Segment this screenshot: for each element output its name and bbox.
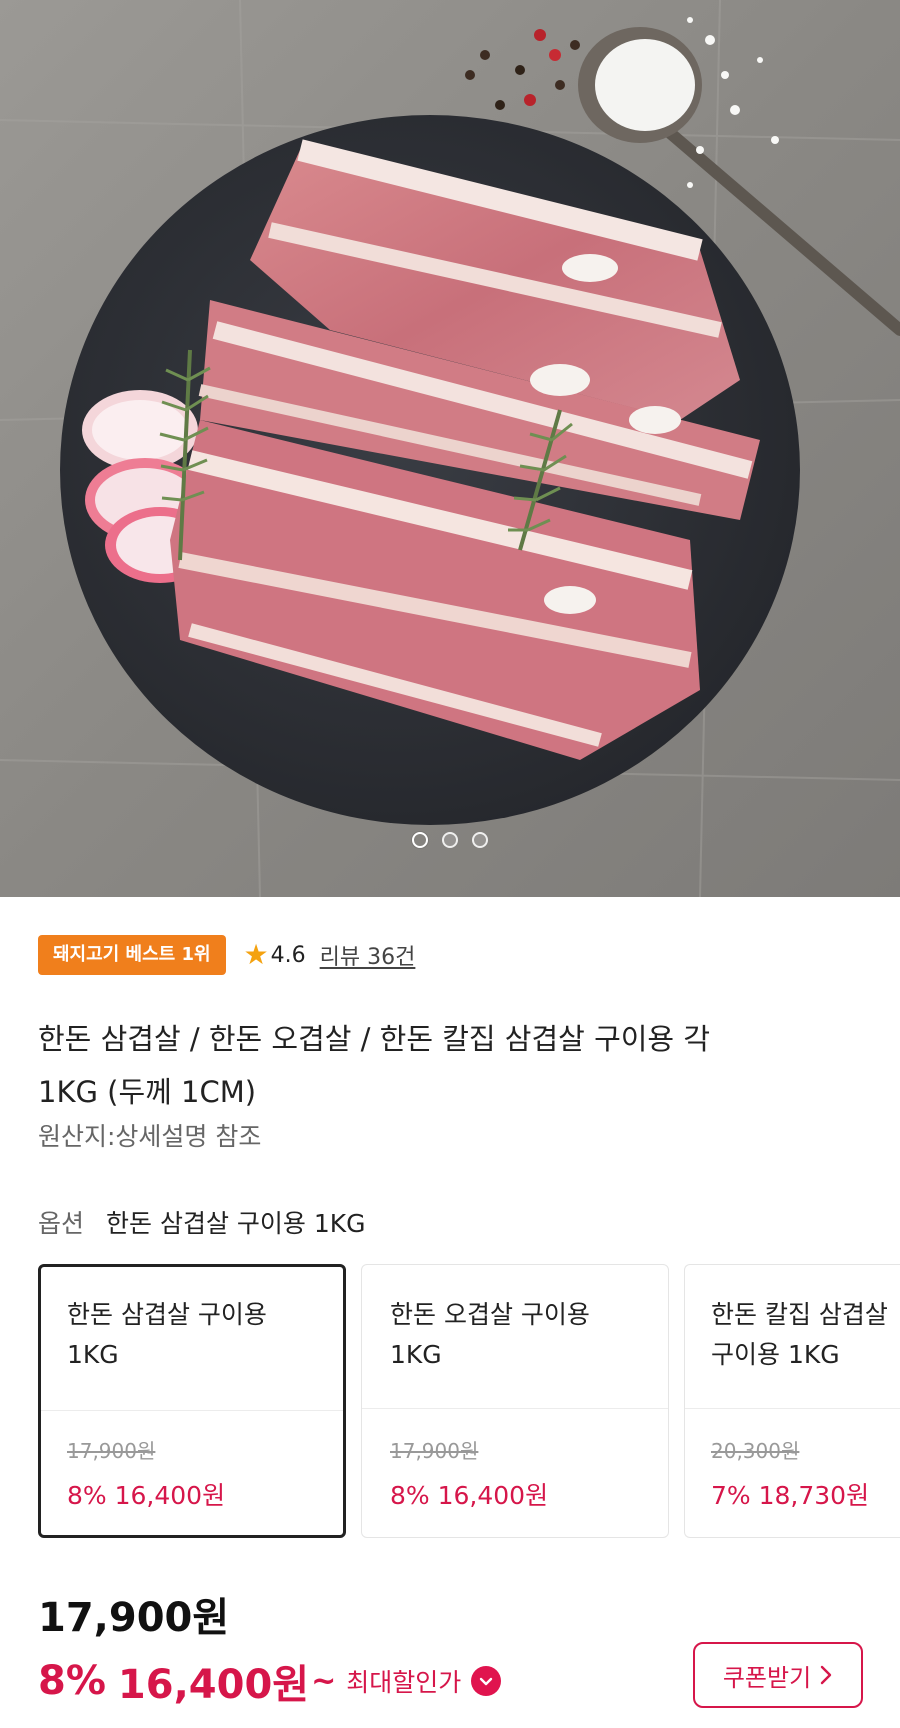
gallery-pagination[interactable] (0, 832, 900, 848)
discount-price: 16,400원 (117, 1662, 310, 1708)
origin-info: 원산지:상세설명 참조 (38, 1122, 262, 1151)
chevron-down-icon[interactable] (471, 1666, 502, 1696)
price-tilde: ~ (311, 1663, 337, 1699)
option-card-3[interactable]: 한돈 칼집 삼겹살 구이용 1KG 20,300원 7% 18,730원 (684, 1264, 900, 1538)
option-card-sale-price: 8% 16,400원 (390, 1481, 549, 1510)
coupon-button-label: 쿠폰받기 (722, 1663, 812, 1692)
divider (362, 1408, 668, 1409)
product-title-line-2: 1KG (두께 1CM) (38, 1075, 257, 1109)
review-count-link[interactable]: 리뷰 36건 (320, 939, 416, 971)
product-image (0, 0, 900, 897)
badge-rating-row: 돼지고기 베스트 1위 ★ 4.6 리뷰 36건 (38, 935, 415, 975)
option-card-original-price: 17,900원 (390, 1439, 479, 1463)
best-badge: 돼지고기 베스트 1위 (38, 935, 226, 975)
option-card-original-price: 17,900원 (67, 1439, 156, 1463)
product-image-gallery[interactable] (0, 0, 900, 897)
product-title: 한돈 삼겹살 / 한돈 오겹살 / 한돈 칼집 삼겹살 구이용 각 1KG (두… (38, 1013, 868, 1119)
option-card-2[interactable]: 한돈 오겹살 구이용 1KG 17,900원 8% 16,400원 (361, 1264, 669, 1538)
divider (41, 1410, 343, 1411)
max-discount-label: 최대할인가 (346, 1668, 462, 1697)
gallery-dot-2[interactable] (442, 832, 458, 848)
option-selected-value: 한돈 삼겹살 구이용 1KG (106, 1209, 366, 1238)
gallery-dot-3[interactable] (472, 832, 488, 848)
discount-percent: 8% (38, 1658, 106, 1704)
option-card-name: 한돈 오겹살 구이용 1KG (390, 1300, 590, 1369)
option-row: 옵션 한돈 삼겹살 구이용 1KG (38, 1204, 366, 1240)
sale-price-row: 8% 16,400원 ~ 최대할인가 (38, 1652, 502, 1710)
option-label: 옵션 (38, 1209, 85, 1238)
regular-price: 17,900원 (38, 1595, 230, 1641)
divider (685, 1408, 900, 1409)
star-icon: ★ (243, 938, 269, 971)
product-title-line-1: 한돈 삼겹살 / 한돈 오겹살 / 한돈 칼집 삼겹살 구이용 각 (38, 1022, 711, 1056)
option-card-1[interactable]: 한돈 삼겹살 구이용 1KG 17,900원 8% 16,400원 (38, 1264, 346, 1538)
gallery-dot-1[interactable] (412, 832, 428, 848)
option-card-name: 한돈 칼집 삼겹살 구이용 1KG (711, 1300, 888, 1369)
chevron-right-icon (820, 1665, 832, 1685)
coupon-button[interactable]: 쿠폰받기 (693, 1642, 863, 1708)
option-card-original-price: 20,300원 (711, 1439, 800, 1463)
rating-value: 4.6 (270, 942, 306, 968)
option-card-sale-price: 7% 18,730원 (711, 1481, 870, 1510)
option-card-sale-price: 8% 16,400원 (67, 1481, 226, 1510)
option-card-name: 한돈 삼겹살 구이용 1KG (67, 1300, 267, 1369)
